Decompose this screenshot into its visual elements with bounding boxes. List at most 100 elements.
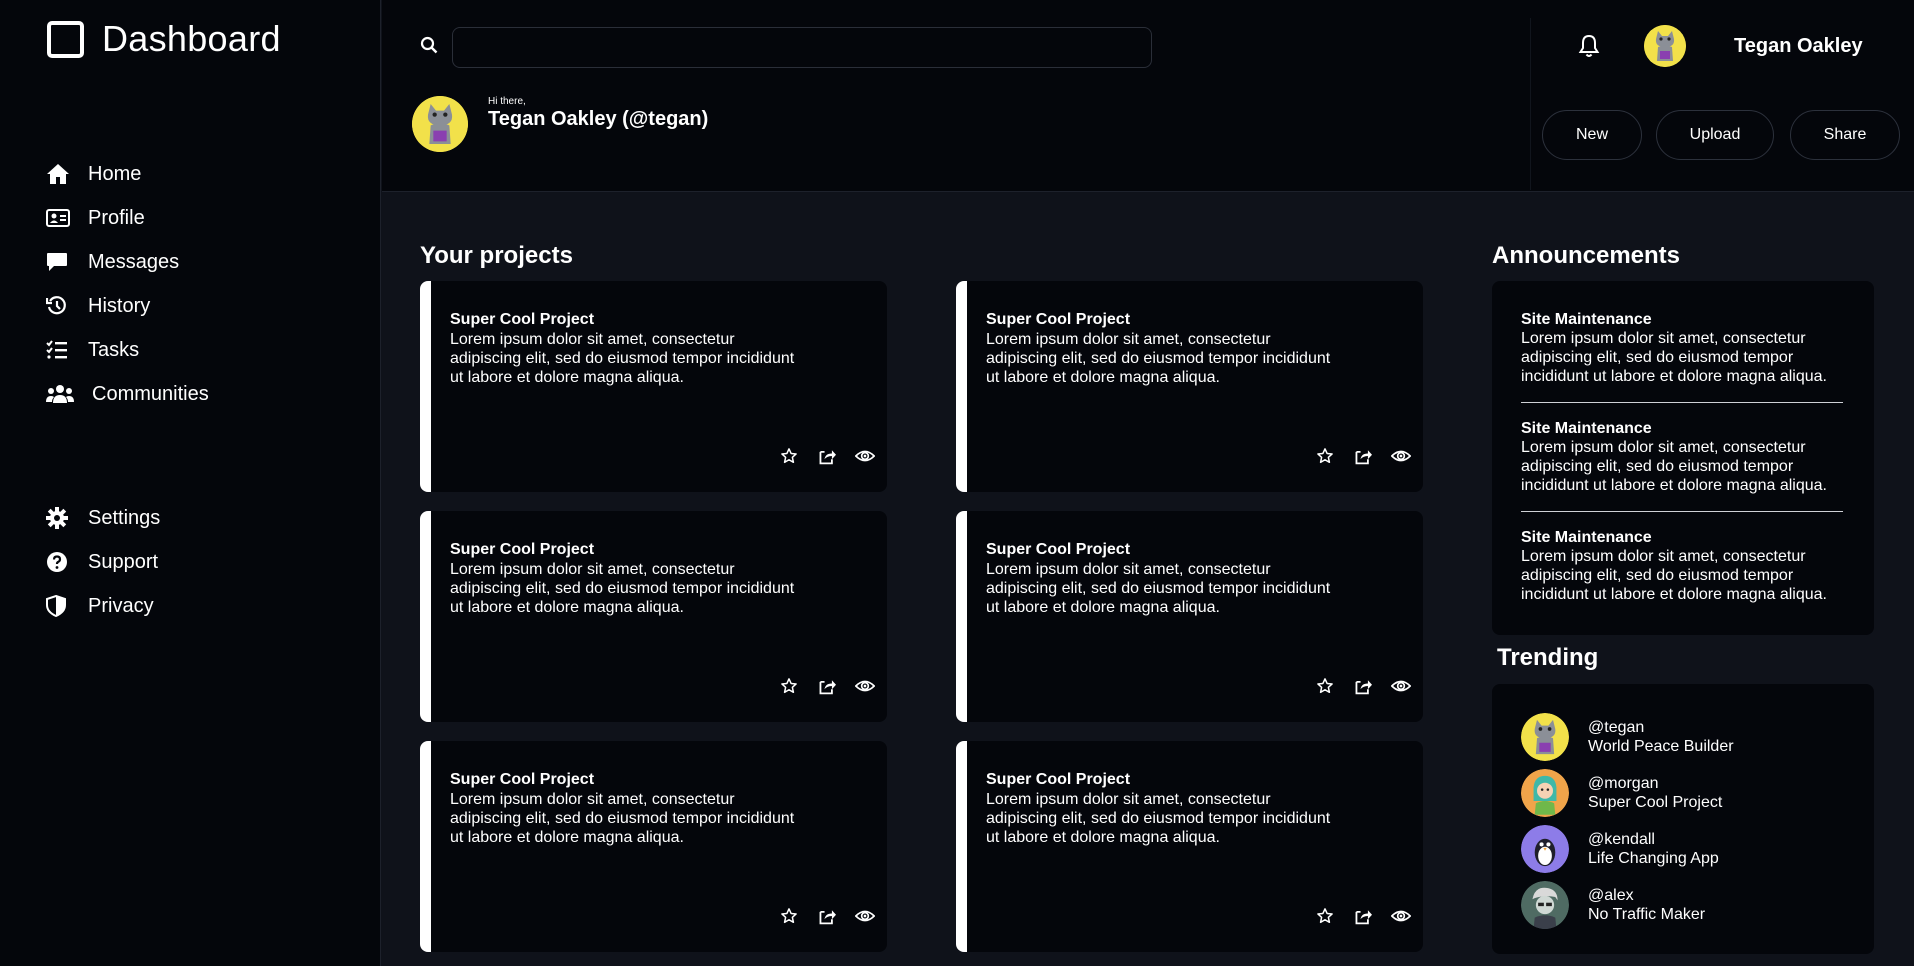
project-description: Lorem ipsum dolor sit amet, consectetur … <box>986 791 1331 846</box>
penguin-avatar-icon <box>1521 825 1569 873</box>
share-icon[interactable] <box>815 674 839 698</box>
cat-avatar-icon <box>1644 25 1686 67</box>
announcement-item[interactable]: Site Maintenance Lorem ipsum dolor sit a… <box>1521 420 1843 495</box>
project-description: Lorem ipsum dolor sit amet, consectetur … <box>450 561 795 616</box>
eye-icon[interactable] <box>1389 904 1413 928</box>
star-icon[interactable] <box>1313 904 1337 928</box>
share-icon[interactable] <box>815 904 839 928</box>
avatar <box>1521 769 1569 817</box>
gear-icon <box>46 506 72 530</box>
project-title: Super Cool Project <box>986 311 1131 328</box>
announcement-item[interactable]: Site Maintenance Lorem ipsum dolor sit a… <box>1521 529 1843 604</box>
project-actions <box>1313 674 1413 698</box>
trending-item[interactable]: @alex No Traffic Maker <box>1521 881 1705 929</box>
eye-icon[interactable] <box>853 674 877 698</box>
message-icon <box>46 250 72 274</box>
eye-icon[interactable] <box>853 904 877 928</box>
avatar <box>1521 881 1569 929</box>
announcement-body: Lorem ipsum dolor sit amet, consectetur … <box>1521 330 1827 385</box>
avatar[interactable] <box>1644 25 1686 67</box>
project-card[interactable]: Super Cool Project Lorem ipsum dolor sit … <box>956 741 1423 952</box>
eye-icon[interactable] <box>1389 444 1413 468</box>
sidebar-item-label: History <box>88 294 151 317</box>
trending-handle: @tegan <box>1588 719 1645 736</box>
trending-project: Life Changing App <box>1588 850 1719 867</box>
trending-item[interactable]: @kendall Life Changing App <box>1521 825 1719 873</box>
announcement-body: Lorem ipsum dolor sit amet, consectetur … <box>1521 548 1827 603</box>
man-avatar-icon <box>1521 881 1569 929</box>
greeting-avatar <box>412 96 468 152</box>
share-button[interactable]: Share <box>1790 110 1900 160</box>
trending-item[interactable]: @tegan World Peace Builder <box>1521 713 1734 761</box>
project-title: Super Cool Project <box>450 311 595 328</box>
share-icon[interactable] <box>1351 674 1375 698</box>
sidebar-item-history[interactable]: History <box>46 284 209 328</box>
question-icon <box>46 550 72 574</box>
sidebar-item-support[interactable]: Support <box>46 540 160 584</box>
trending-handle: @kendall <box>1588 831 1655 848</box>
eye-icon[interactable] <box>853 444 877 468</box>
brand-title: Dashboard <box>102 18 281 59</box>
cat-avatar-icon <box>1521 713 1569 761</box>
projects-title: Your projects <box>420 242 573 269</box>
project-actions <box>1313 904 1413 928</box>
sidebar-item-label: Messages <box>88 250 180 273</box>
trending-item[interactable]: @morgan Super Cool Project <box>1521 769 1722 817</box>
brand[interactable]: Dashboard <box>47 18 281 60</box>
project-card[interactable]: Super Cool Project Lorem ipsum dolor sit … <box>956 281 1423 492</box>
share-icon[interactable] <box>1351 444 1375 468</box>
announcement-divider <box>1521 402 1843 403</box>
trending-project: World Peace Builder <box>1588 738 1734 755</box>
search-input[interactable] <box>452 27 1152 68</box>
header-user-name[interactable]: Tegan Oakley <box>1734 35 1863 58</box>
cat-avatar-icon <box>412 96 468 152</box>
star-icon[interactable] <box>777 674 801 698</box>
trending-handle: @alex <box>1588 887 1634 904</box>
project-card[interactable]: Super Cool Project Lorem ipsum dolor sit … <box>420 741 887 952</box>
sidebar-item-communities[interactable]: Communities <box>46 372 209 416</box>
trending-project: Super Cool Project <box>1588 794 1723 811</box>
sidebar-item-settings[interactable]: Settings <box>46 496 160 540</box>
project-description: Lorem ipsum dolor sit amet, consectetur … <box>986 331 1331 386</box>
eye-icon[interactable] <box>1389 674 1413 698</box>
star-icon[interactable] <box>777 444 801 468</box>
trending-panel: @tegan World Peace Builder @morgan Super… <box>1492 684 1874 954</box>
project-actions <box>777 904 877 928</box>
top-header: Tegan Oakley Hi there, Tegan Oakley (@te… <box>382 0 1914 192</box>
sidebar-item-tasks[interactable]: Tasks <box>46 328 209 372</box>
sidebar-item-messages[interactable]: Messages <box>46 240 209 284</box>
project-card[interactable]: Super Cool Project Lorem ipsum dolor sit … <box>420 511 887 722</box>
project-card[interactable]: Super Cool Project Lorem ipsum dolor sit … <box>420 281 887 492</box>
share-icon[interactable] <box>1351 904 1375 928</box>
sidebar-item-profile[interactable]: Profile <box>46 196 209 240</box>
project-title: Super Cool Project <box>450 541 595 558</box>
announcement-divider <box>1521 511 1843 512</box>
upload-button[interactable]: Upload <box>1656 110 1774 160</box>
announcements-panel: Site Maintenance Lorem ipsum dolor sit a… <box>1492 281 1874 635</box>
avatar <box>1521 825 1569 873</box>
project-description: Lorem ipsum dolor sit amet, consectetur … <box>450 791 795 846</box>
announcements-title: Announcements <box>1492 242 1681 269</box>
project-actions <box>777 674 877 698</box>
announcement-item[interactable]: Site Maintenance Lorem ipsum dolor sit a… <box>1521 311 1843 386</box>
trending-title: Trending <box>1497 644 1599 671</box>
secondary-nav: Settings Support Privacy <box>46 496 160 628</box>
star-icon[interactable] <box>777 904 801 928</box>
share-icon[interactable] <box>815 444 839 468</box>
main-nav: Home Profile Messages History Tasks Comm… <box>46 152 209 416</box>
project-title: Super Cool Project <box>450 771 595 788</box>
star-icon[interactable] <box>1313 674 1337 698</box>
project-title: Super Cool Project <box>986 541 1131 558</box>
announcement-title: Site Maintenance <box>1521 420 1652 437</box>
announcement-title: Site Maintenance <box>1521 311 1652 328</box>
bell-icon[interactable] <box>1578 34 1600 63</box>
trending-handle: @morgan <box>1588 775 1659 792</box>
search-icon <box>420 36 438 59</box>
sidebar-item-label: Tasks <box>88 338 140 361</box>
sidebar-item-home[interactable]: Home <box>46 152 209 196</box>
new-button[interactable]: New <box>1542 110 1642 160</box>
star-icon[interactable] <box>1313 444 1337 468</box>
project-title: Super Cool Project <box>986 771 1131 788</box>
project-card[interactable]: Super Cool Project Lorem ipsum dolor sit … <box>956 511 1423 722</box>
sidebar-item-privacy[interactable]: Privacy <box>46 584 160 628</box>
